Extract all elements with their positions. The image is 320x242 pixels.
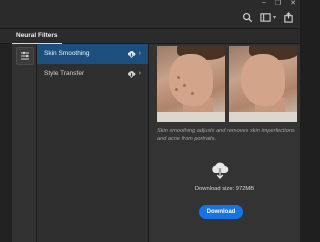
preview-image-after bbox=[229, 46, 297, 122]
cloud-download-icon bbox=[127, 51, 136, 58]
before-after-images bbox=[157, 46, 297, 122]
layout-dropdown-icon[interactable]: ▾ bbox=[273, 14, 276, 21]
filter-brush-icon bbox=[21, 51, 29, 60]
tool-sidebar bbox=[12, 44, 37, 242]
filter-item-skin-smoothing[interactable]: Skin Smoothing › bbox=[37, 44, 148, 64]
filter-label: Style Transfer bbox=[44, 70, 85, 77]
filter-preview-panel: Skin smoothing adjusts and removes skin … bbox=[149, 44, 300, 242]
chevron-right-icon: › bbox=[138, 70, 141, 77]
filter-description: Skin smoothing adjusts and removes skin … bbox=[157, 128, 295, 142]
window-titlebar: – ❐ ✕ bbox=[0, 0, 300, 8]
tab-neural-filters[interactable]: Neural Filters bbox=[12, 31, 62, 44]
top-toolbar: ▾ bbox=[0, 8, 300, 29]
filter-item-style-transfer[interactable]: Style Transfer › bbox=[37, 64, 148, 84]
chevron-right-icon: › bbox=[138, 50, 141, 57]
close-icon[interactable]: ✕ bbox=[290, 0, 296, 7]
panel-header: Neural Filters bbox=[0, 29, 300, 44]
cloud-download-icon bbox=[212, 162, 229, 179]
left-gutter bbox=[0, 44, 12, 242]
search-icon[interactable] bbox=[242, 12, 253, 23]
share-icon[interactable] bbox=[283, 12, 294, 23]
download-size: Download size: 972MB bbox=[194, 186, 255, 192]
preview-image-before bbox=[157, 46, 225, 122]
layout-icon[interactable] bbox=[260, 12, 271, 23]
filter-label: Skin Smoothing bbox=[44, 50, 90, 57]
minimize-icon[interactable]: – bbox=[262, 0, 266, 7]
filter-list: Skin Smoothing › Style Transfer › bbox=[37, 44, 149, 242]
download-button[interactable]: Download bbox=[199, 205, 243, 219]
restore-icon[interactable]: ❐ bbox=[275, 0, 281, 7]
cloud-download-icon bbox=[127, 71, 136, 78]
window-controls: – ❐ ✕ bbox=[262, 0, 296, 7]
filter-brush-button[interactable] bbox=[16, 47, 34, 65]
